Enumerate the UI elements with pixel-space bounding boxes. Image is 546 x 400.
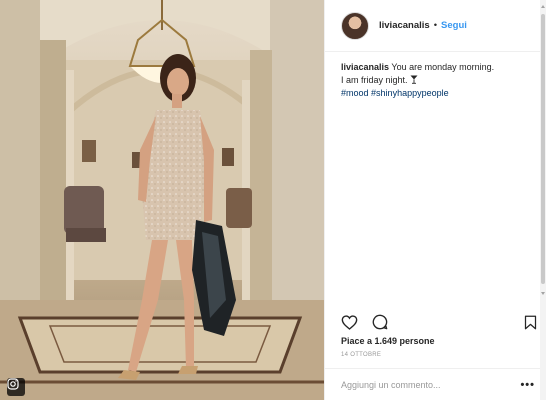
post-photo[interactable] [0,0,324,400]
heart-icon[interactable] [341,314,358,330]
hashtag-shinyhappypeople[interactable]: #shinyhappypeople [371,88,449,98]
caption-line-1: You are monday morning. [391,62,495,72]
post-header: liviacanalis • Segui [325,0,546,52]
caption-username[interactable]: liviacanalis [341,62,389,72]
likes-count[interactable]: Piace a 1.649 persone [341,336,435,346]
instagram-badge-icon[interactable] [7,378,25,396]
scroll-up-arrow[interactable] [541,5,545,8]
post-sidebar: liviacanalis • Segui liviacanalis You ar… [324,0,546,400]
separator-dot: • [433,20,438,31]
post-date: 14 OTTOBRE [341,352,382,358]
avatar[interactable] [341,11,369,40]
header-username[interactable]: liviacanalis [379,20,430,31]
scroll-down-arrow[interactable] [541,292,545,295]
comment-input[interactable] [341,379,521,390]
bookmark-icon[interactable] [524,315,537,330]
post-caption: liviacanalis You are monday morning. I a… [341,61,537,100]
comment-icon[interactable] [372,314,388,330]
more-options-button[interactable]: ••• [520,379,535,391]
caption-line-2: I am friday night. [341,74,408,85]
post-photo-illustration [0,0,324,400]
cocktail-glass-icon [410,75,418,88]
comment-bar: ••• [325,368,546,400]
follow-button[interactable]: Segui [441,20,467,31]
hashtag-mood[interactable]: #mood [341,88,369,98]
post-actions [341,312,537,332]
scroll-thumb[interactable] [541,14,545,284]
caption-scrollbar[interactable] [540,0,546,400]
